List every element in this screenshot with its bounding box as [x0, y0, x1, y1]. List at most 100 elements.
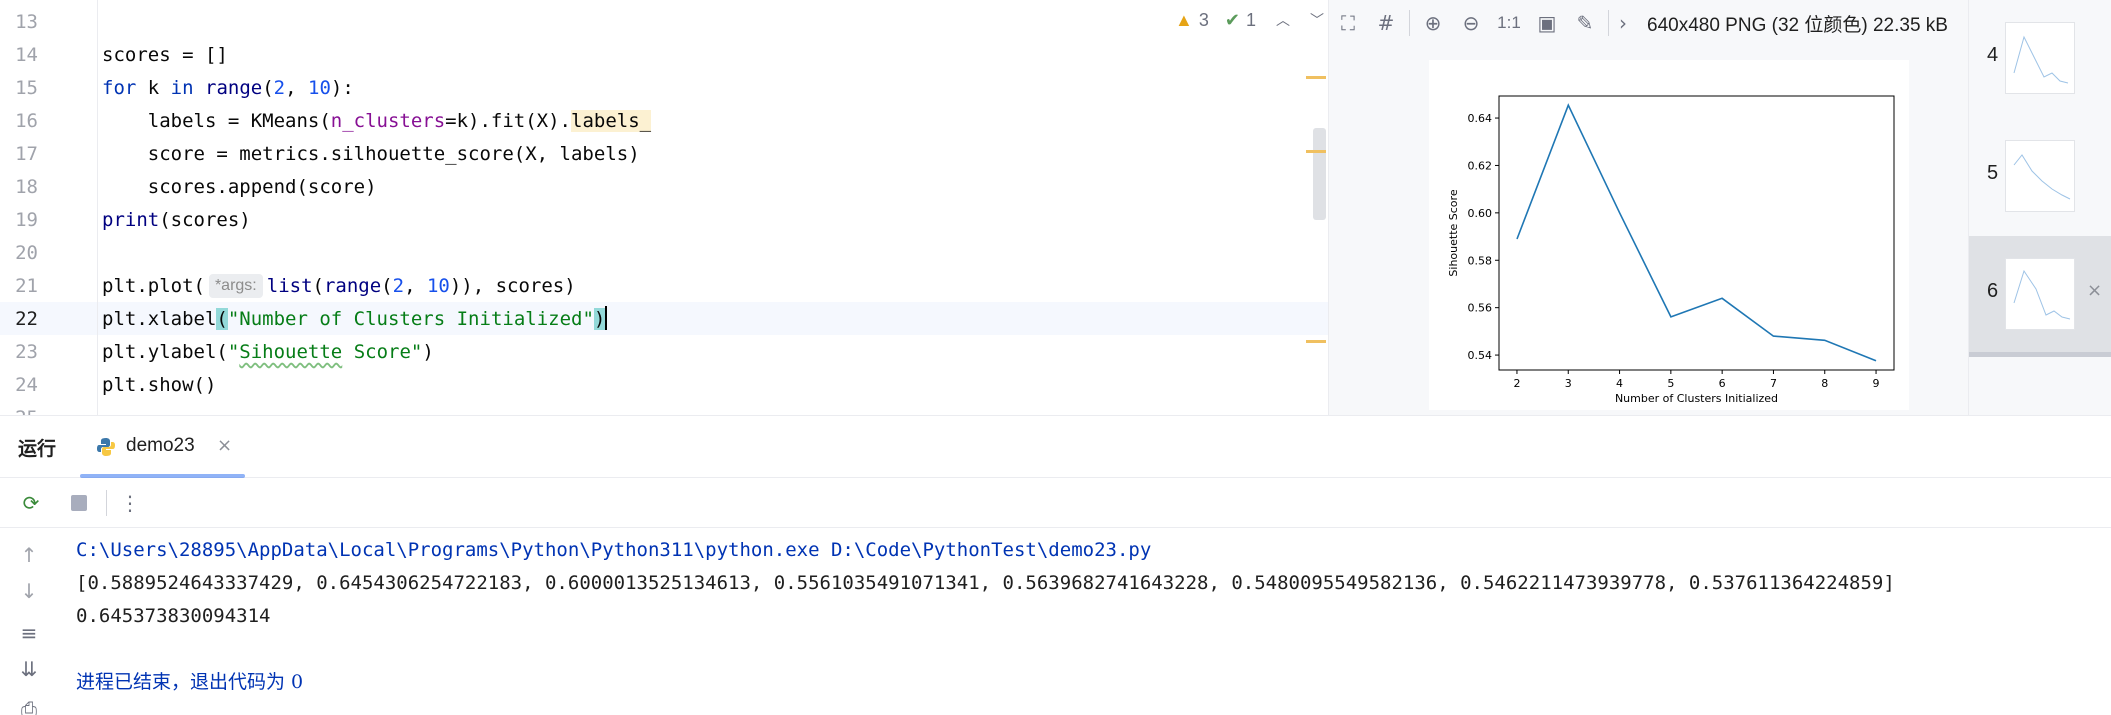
console-line-output: [0.5889524643337429, 0.6454306254722183,… [76, 572, 1895, 594]
rerun-icon[interactable]: ⟳ [14, 486, 48, 520]
x-tick-label: 3 [1565, 377, 1572, 390]
close-icon[interactable]: × [2087, 280, 2102, 301]
print-icon[interactable]: ⎙ [16, 696, 42, 715]
console-line-exit-status: 进程已结束，退出代码为 0 [76, 671, 304, 693]
typo-squiggle[interactable]: Sihouette [239, 341, 342, 363]
tab-label: demo23 [126, 435, 195, 456]
y-tick-label: 0.62 [1468, 159, 1493, 172]
code-text: plt.show() [102, 374, 217, 396]
more-options-icon[interactable]: ⋮ [113, 486, 147, 520]
scroll-marker[interactable] [1306, 76, 1326, 79]
arrow-up-icon[interactable]: ↑ [16, 542, 42, 568]
string-literal: " [227, 341, 240, 363]
line-number: 13 [15, 11, 38, 33]
toolbar-separator [106, 489, 107, 516]
background-icon[interactable]: ▣ [1528, 0, 1566, 46]
fit-icon[interactable]: ⛶ [1329, 0, 1367, 46]
code-text: plt.plot( [102, 275, 205, 297]
close-tab-icon[interactable]: × [217, 435, 232, 456]
run-tool-window: 运行 demo23 × ⟳ ⋮ ↑ ↓ ≡ ⇊ ⎙ C:\Users\28895… [0, 415, 2111, 715]
thumbnail-item-selected[interactable]: 6 × [1969, 236, 2111, 354]
line-number: 20 [15, 242, 38, 264]
code-line-21[interactable]: plt.plot(*args: list(range(2, 10)), score… [102, 270, 576, 303]
code-text: =k).fit(X). [445, 110, 572, 132]
scroll-marker[interactable] [1306, 150, 1326, 153]
code-text: k [136, 77, 171, 99]
code-line-24[interactable]: plt.show() [102, 369, 216, 402]
brace-match: ) [593, 308, 606, 330]
console-line-output: 0.645373830094314 [76, 605, 271, 627]
chevron-down-icon[interactable]: ﹀ [1310, 10, 1324, 30]
code-line-19[interactable]: print(scores) [102, 204, 251, 237]
code-editor[interactable]: 13 14 15 16 17 18 19 20 21 22 23 24 25 s… [0, 0, 1328, 415]
number-literal: 2 [392, 275, 405, 297]
string-literal: "Number of Clusters Initialized" [227, 308, 594, 330]
y-tick-label: 0.56 [1468, 302, 1493, 315]
code-text: plt.ylabel( [102, 341, 228, 363]
y-axis-label: Sihouette Score [1447, 189, 1460, 276]
code-text: ) [422, 341, 434, 363]
thumbnail-number: 4 [1987, 44, 1999, 66]
code-text: scores.append(score) [102, 176, 377, 198]
stop-icon [71, 494, 87, 511]
zoom-in-icon[interactable]: ⊕ [1414, 0, 1452, 46]
thumbnail-number: 5 [1987, 162, 1999, 184]
builtin-list: list [266, 275, 313, 297]
line-number: 18 [15, 176, 38, 198]
arrow-down-icon[interactable]: ↓ [16, 578, 42, 604]
chevron-up-icon[interactable]: ︿ [1276, 10, 1290, 30]
vertical-scrollbar[interactable] [1313, 128, 1326, 220]
plot-image: Sihouette Score Number of Clusters Initi… [1429, 60, 1909, 410]
zoom-out-icon[interactable]: ⊖ [1452, 0, 1490, 46]
image-info: 640x480 PNG (32 位颜色) 22.35 kB [1647, 14, 1948, 36]
code-line-23[interactable]: plt.ylabel("Sihouette Score") [102, 336, 434, 369]
code-line-16[interactable]: labels = KMeans(n_clusters=k).fit(X).lab… [102, 105, 652, 138]
stop-button[interactable] [62, 486, 96, 520]
warning-count: 3 [1198, 9, 1209, 30]
x-axis-label: Number of Clusters Initialized [1615, 392, 1778, 405]
soft-wrap-icon[interactable]: ≡ [16, 620, 42, 646]
run-tab-bar: 运行 demo23 × [0, 416, 2111, 478]
chevron-right-icon[interactable]: › [1613, 0, 1633, 46]
scroll-to-end-icon[interactable]: ⇊ [16, 656, 42, 682]
scroll-marker[interactable] [1306, 340, 1326, 343]
image-viewer[interactable]: ⛶ # ⊕ ⊖ 1:1 ▣ ✎ › 640x480 PNG (32 位颜色) 2… [1328, 0, 1968, 415]
keyword-for: for [102, 77, 137, 99]
code-line-18[interactable]: scores.append(score) [102, 171, 377, 204]
inspection-widget[interactable]: ▲ 3 ✔ 1 ︿ ﹀ [1175, 8, 1324, 32]
y-tick-label: 0.60 [1468, 207, 1493, 220]
color-picker-icon[interactable]: ✎ [1566, 0, 1604, 46]
code-line-17[interactable]: score = metrics.silhouette_score(X, labe… [102, 138, 640, 171]
line-number: 25 [0, 402, 38, 415]
tab-demo23[interactable]: demo23 × [80, 416, 245, 478]
code-line-22[interactable]: plt.xlabel("Number of Clusters Initializ… [102, 303, 608, 336]
code-text: ): [330, 77, 354, 99]
run-panel-title: 运行 [18, 439, 57, 460]
code-line-14[interactable]: scores = [] [102, 39, 228, 72]
x-tick-label: 8 [1821, 377, 1828, 390]
plot-frame [1498, 95, 1895, 371]
thumbnail-item[interactable]: 5 [1969, 118, 2111, 236]
actual-size-button[interactable]: 1:1 [1490, 0, 1528, 46]
builtin-range: range [323, 275, 382, 297]
parameter-hint: *args: [208, 274, 263, 298]
code-text: , [404, 275, 427, 297]
number-literal: 2 [273, 77, 286, 99]
line-number: 14 [15, 44, 38, 66]
code-text: , [285, 77, 308, 99]
code-line-15[interactable]: for k in range(2, 10): [102, 72, 354, 105]
thumbnail-item[interactable]: 4 [1969, 0, 2111, 118]
line-number: 16 [15, 110, 38, 132]
code-text: plt.xlabel [102, 308, 217, 330]
x-tick-label: 7 [1770, 377, 1777, 390]
check-icon: ✔ [1224, 9, 1240, 30]
toolbar-separator [1608, 10, 1609, 36]
code-text: labels = KMeans( [102, 110, 331, 132]
line-number: 24 [15, 374, 38, 396]
highlighted-attribute: labels_ [571, 110, 652, 132]
code-text: ( [312, 275, 324, 297]
grid-icon[interactable]: # [1367, 0, 1405, 46]
image-viewer-toolbar: ⛶ # ⊕ ⊖ 1:1 ▣ ✎ › 640x480 PNG (32 位颜色) 2… [1329, 0, 1969, 46]
horizontal-scrollbar[interactable] [1969, 352, 2111, 357]
